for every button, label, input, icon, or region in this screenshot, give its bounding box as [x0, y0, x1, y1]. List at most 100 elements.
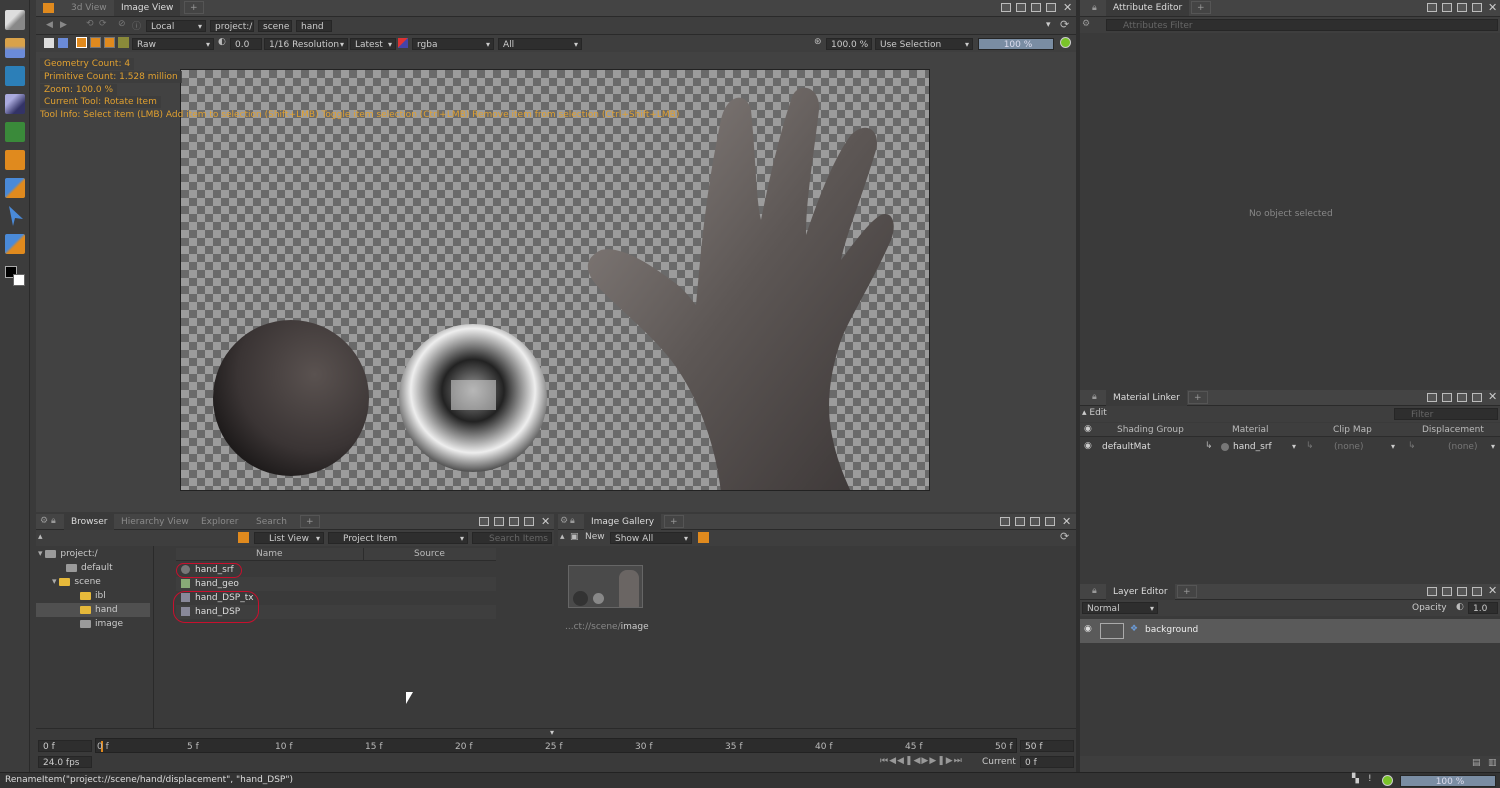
timeline-end-field[interactable]: 50 f [1020, 740, 1074, 752]
maximize-button[interactable] [1045, 517, 1055, 526]
tab-hierarchy-view[interactable]: Hierarchy View [114, 514, 196, 530]
layout-button[interactable] [1427, 3, 1437, 12]
header-material[interactable]: Material [1232, 425, 1269, 435]
list-view-select[interactable]: List View [254, 532, 324, 544]
transform-icon[interactable] [5, 178, 25, 198]
lock-icon[interactable]: 🔒︎ [1092, 392, 1097, 402]
maximize-button[interactable] [1472, 3, 1482, 12]
expand-icon[interactable]: ▴ [560, 532, 565, 542]
sync-icon[interactable]: ⊘ [118, 19, 126, 29]
layout-button[interactable] [1457, 393, 1467, 402]
grid-icon[interactable] [76, 37, 87, 48]
list-item-hand-geo[interactable]: hand_geo [176, 577, 496, 591]
channels-select[interactable]: rgba [412, 38, 494, 50]
tab-image-view[interactable]: Image View [114, 0, 181, 16]
tab-attribute-editor[interactable]: Attribute Editor [1106, 0, 1190, 16]
close-icon[interactable]: ✕ [541, 515, 550, 528]
tree-item-scene[interactable]: ▾ scene [36, 575, 151, 589]
add-tab-button[interactable]: + [300, 515, 320, 528]
layout-button[interactable] [1442, 3, 1452, 12]
maximize-button[interactable] [1472, 587, 1482, 596]
resolution-select[interactable]: 1/16 Resolution [264, 38, 348, 50]
close-icon[interactable]: ✕ [1062, 515, 1071, 528]
snapshot-icon[interactable] [58, 38, 68, 48]
display-select[interactable]: Raw [132, 38, 214, 50]
add-tab-button[interactable]: + [184, 1, 204, 14]
timeline-start-field[interactable]: 0 f [38, 740, 92, 752]
tab-browser[interactable]: Browser [64, 514, 115, 530]
close-icon[interactable]: ✕ [1488, 584, 1497, 597]
tree-item-ibl[interactable]: ibl [36, 589, 151, 603]
header-displacement[interactable]: Displacement [1422, 425, 1484, 435]
zoom-field[interactable]: 100.0 % [826, 38, 872, 50]
layout-button[interactable] [1457, 3, 1467, 12]
chevron-down-icon[interactable]: ▾ [1046, 20, 1051, 30]
reload-icon[interactable]: ⟳ [1060, 530, 1069, 543]
timeline-collapse-icon[interactable]: ▾ [550, 728, 554, 737]
gear-icon[interactable]: ⚙ [1082, 19, 1090, 29]
stamp-icon[interactable] [5, 38, 25, 58]
close-icon[interactable]: ✕ [1488, 1, 1497, 14]
layout-button[interactable] [1442, 587, 1452, 596]
add-tab-button[interactable]: + [664, 515, 684, 528]
header-clip-map[interactable]: Clip Map [1333, 425, 1372, 435]
lock-icon[interactable]: 🔒︎ [1092, 3, 1097, 13]
column-name[interactable]: Name [256, 549, 283, 559]
maximize-button[interactable] [1046, 3, 1056, 12]
exposure-field[interactable]: 0.0 [230, 38, 262, 50]
lasso-icon[interactable] [5, 234, 25, 254]
search-input[interactable]: Search Items [472, 532, 552, 544]
lock-icon[interactable]: 🔒︎ [1092, 586, 1097, 596]
lock-icon[interactable]: 🔒︎ [51, 516, 56, 526]
tree-item-hand[interactable]: hand [36, 603, 151, 617]
paint-brush-icon[interactable] [5, 10, 25, 30]
brush-icon[interactable]: ▚ [1352, 774, 1359, 784]
eye-icon[interactable]: ◉ [1084, 624, 1092, 634]
view-toggle-icon[interactable] [238, 532, 249, 543]
attributes-filter-input[interactable]: Attributes Filter [1106, 19, 1498, 31]
playback-controls[interactable]: ⏮◀◀❚◀▶▶❚▶⏭ [880, 756, 963, 766]
column-source[interactable]: Source [414, 549, 445, 559]
add-layer-icon[interactable]: ▥ [1488, 758, 1497, 768]
project-icon[interactable] [5, 66, 25, 86]
tab-layer-editor[interactable]: Layer Editor [1106, 584, 1175, 600]
layout-button[interactable] [1030, 517, 1040, 526]
eye-icon[interactable]: ◉ [1084, 424, 1092, 434]
layout-button[interactable] [1442, 393, 1452, 402]
breadcrumb-project[interactable]: project:/ [210, 20, 254, 32]
lock-icon[interactable]: 🔒︎ [570, 516, 575, 526]
layer-row[interactable]: ◉ ❖ background [1080, 619, 1500, 643]
header-shading-group[interactable]: Shading Group [1117, 425, 1184, 435]
expand-icon[interactable]: ▴ [38, 532, 43, 542]
panel-icon[interactable] [43, 3, 54, 13]
fps-field[interactable]: 24.0 fps [38, 756, 92, 768]
layout-button[interactable] [494, 517, 504, 526]
tree-item-project[interactable]: ▾ project:/ [36, 547, 151, 561]
refresh-icon[interactable]: ⟲ [86, 19, 94, 29]
channel-swatch-icon[interactable] [398, 38, 408, 48]
layout-button[interactable] [1016, 3, 1026, 12]
eyedropper-icon[interactable] [5, 94, 25, 114]
layout-button[interactable] [1457, 587, 1467, 596]
tab-material-linker[interactable]: Material Linker [1106, 390, 1187, 406]
layout-button[interactable] [1001, 3, 1011, 12]
maximize-button[interactable] [524, 517, 534, 526]
link-arrow-icon[interactable]: ↳ [1205, 441, 1213, 451]
camera-icon[interactable] [44, 38, 54, 48]
layer-select[interactable]: All [498, 38, 582, 50]
layout-button[interactable] [1015, 517, 1025, 526]
show-select[interactable]: Show All [610, 532, 692, 544]
edit-menu[interactable]: ▴ Edit [1082, 408, 1107, 418]
material-filter-input[interactable]: Filter [1394, 408, 1498, 420]
tab-3d-view[interactable]: 3d View [64, 0, 114, 16]
settings-icon[interactable]: ⚙ [560, 516, 568, 526]
breadcrumb-scene[interactable]: scene [258, 20, 292, 32]
render-canvas[interactable] [180, 69, 930, 491]
opacity-field[interactable]: 1.0 [1468, 602, 1498, 614]
channel-icon[interactable] [118, 37, 129, 48]
filter-icon[interactable] [698, 532, 709, 543]
scope-select[interactable]: Project Item [328, 532, 468, 544]
new-icon[interactable]: ▣ [570, 532, 579, 542]
tree-item-default[interactable]: default [36, 561, 151, 575]
current-frame-field[interactable]: 0 f [1020, 756, 1074, 768]
